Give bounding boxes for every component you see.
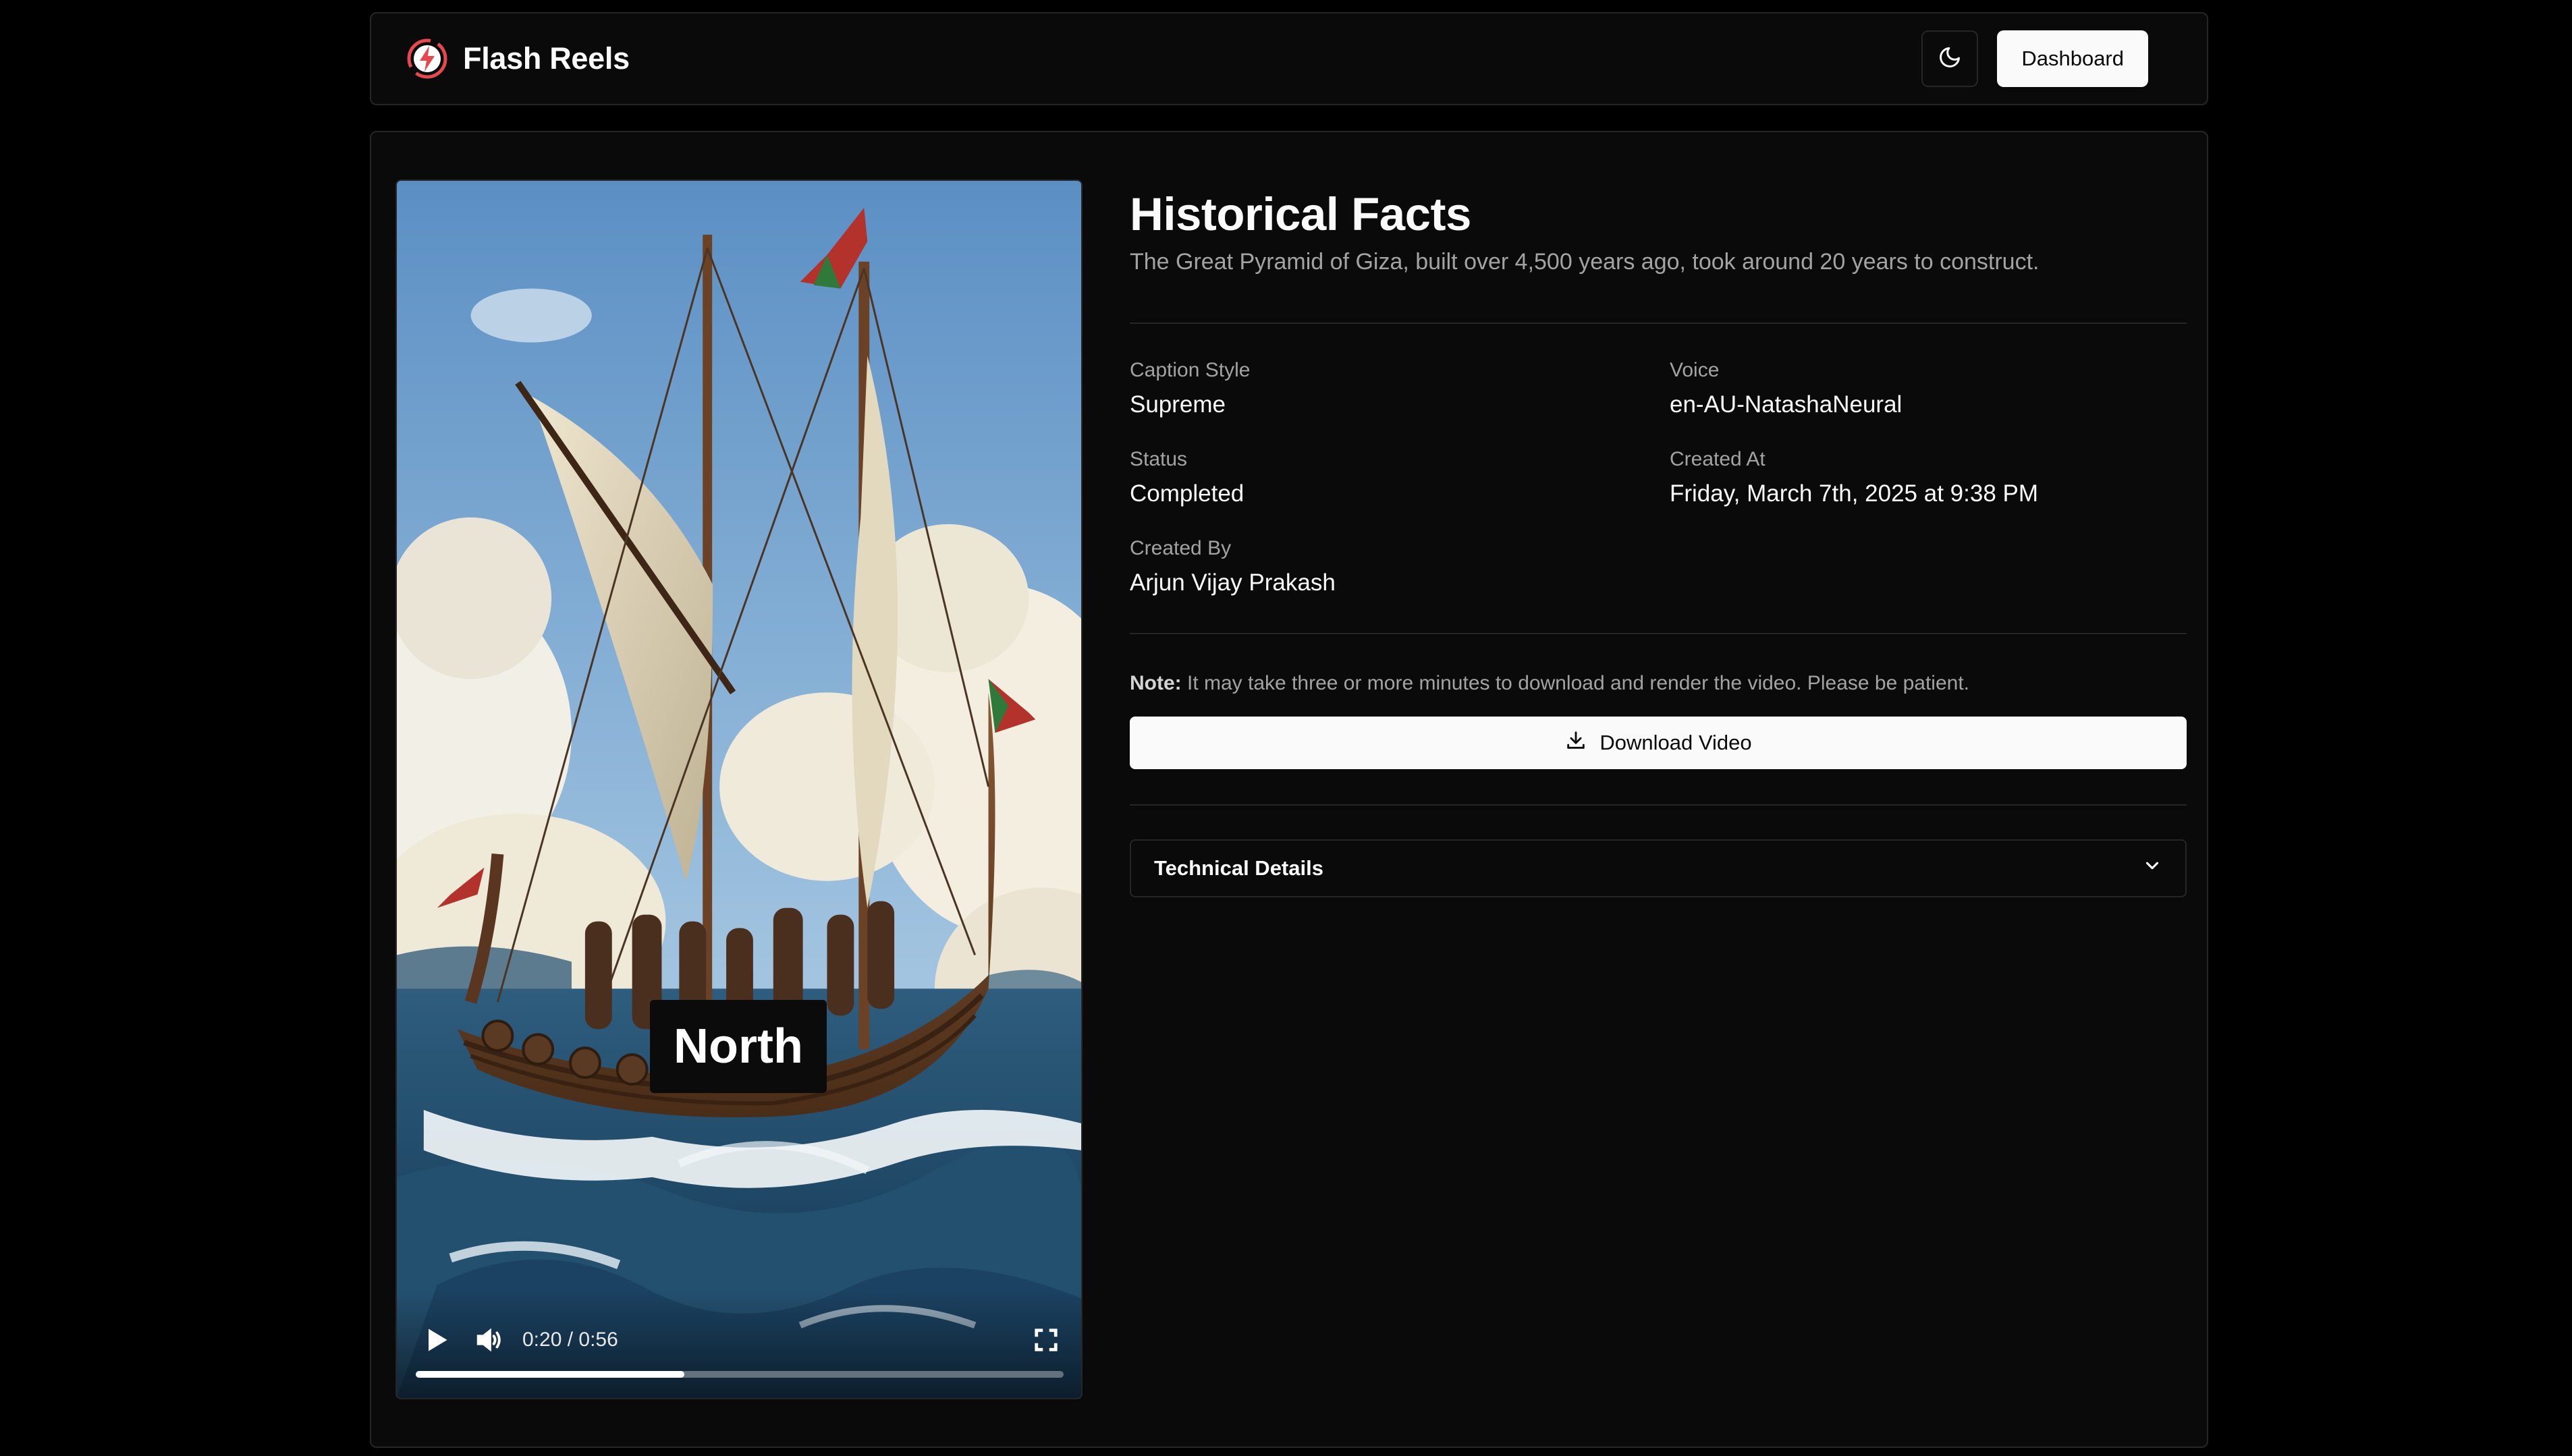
theme-toggle-button[interactable]	[1921, 30, 1979, 87]
download-icon	[1564, 729, 1587, 757]
field-label: Status	[1130, 448, 1188, 470]
video-time: 0:20 / 0:56	[522, 1328, 618, 1351]
field-label: Created By	[1130, 537, 1232, 559]
video-progress-fill	[416, 1371, 685, 1378]
video-frame-image	[397, 181, 1081, 1398]
fullscreen-icon[interactable]	[1030, 1324, 1062, 1356]
video-controls: 0:20 / 0:56	[397, 1290, 1081, 1398]
field-caption-style: Caption Style Supreme	[1130, 359, 1670, 418]
technical-details-accordion[interactable]: Technical Details	[1130, 839, 2187, 897]
field-label: Caption Style	[1130, 359, 1251, 381]
technical-details-label: Technical Details	[1154, 856, 1323, 880]
video-progress-bar[interactable]	[416, 1371, 1064, 1378]
dashboard-button[interactable]: Dashboard	[1997, 30, 2148, 87]
field-created-at: Created At Friday, March 7th, 2025 at 9:…	[1670, 448, 2187, 507]
field-created-by: Created By Arjun Vijay Prakash	[1130, 537, 1670, 596]
field-value: Completed	[1130, 480, 1244, 507]
play-icon[interactable]	[418, 1322, 454, 1357]
field-label: Created At	[1670, 448, 1766, 470]
note-label: Note:	[1130, 672, 1182, 694]
reel-title: Historical Facts	[1130, 188, 1471, 240]
reel-details: Historical Facts The Great Pyramid of Gi…	[1130, 179, 2187, 897]
brand-name: Flash Reels	[463, 41, 630, 76]
divider	[1130, 804, 2187, 806]
reel-metadata-grid: Caption Style Supreme Voice en-AU-Natash…	[1130, 359, 2187, 596]
app-header: Flash Reels Dashboard	[370, 12, 2208, 105]
video-controls-row: 0:20 / 0:56	[418, 1320, 1062, 1360]
field-status: Status Completed	[1130, 448, 1670, 507]
moon-icon	[1938, 45, 1962, 73]
field-value: Supreme	[1130, 391, 1226, 418]
brand[interactable]: Flash Reels	[406, 38, 630, 80]
field-value: en-AU-NatashaNeural	[1670, 391, 1903, 418]
download-video-label: Download Video	[1599, 731, 1752, 754]
note-text: It may take three or more minutes to dow…	[1187, 672, 1970, 694]
header-actions: Dashboard	[1921, 30, 2148, 87]
video-player[interactable]: North 0:20 / 0:56	[395, 179, 1083, 1399]
field-value: Arjun Vijay Prakash	[1130, 569, 1336, 596]
divider	[1130, 633, 2187, 634]
chevron-down-icon	[2142, 856, 2162, 881]
lightning-logo-icon	[406, 38, 448, 80]
reel-description: The Great Pyramid of Giza, built over 4,…	[1130, 249, 2040, 275]
field-label: Voice	[1670, 359, 1720, 381]
caption-overlay: North	[650, 1000, 827, 1093]
download-note: Note: It may take three or more minutes …	[1130, 672, 2187, 695]
divider	[1130, 323, 2187, 324]
field-value: Friday, March 7th, 2025 at 9:38 PM	[1670, 480, 2039, 507]
volume-icon[interactable]	[470, 1322, 508, 1357]
reel-detail-card: North 0:20 / 0:56 Historical Facts The G…	[370, 131, 2208, 1448]
field-voice: Voice en-AU-NatashaNeural	[1670, 359, 2187, 418]
download-video-button[interactable]: Download Video	[1130, 717, 2187, 769]
